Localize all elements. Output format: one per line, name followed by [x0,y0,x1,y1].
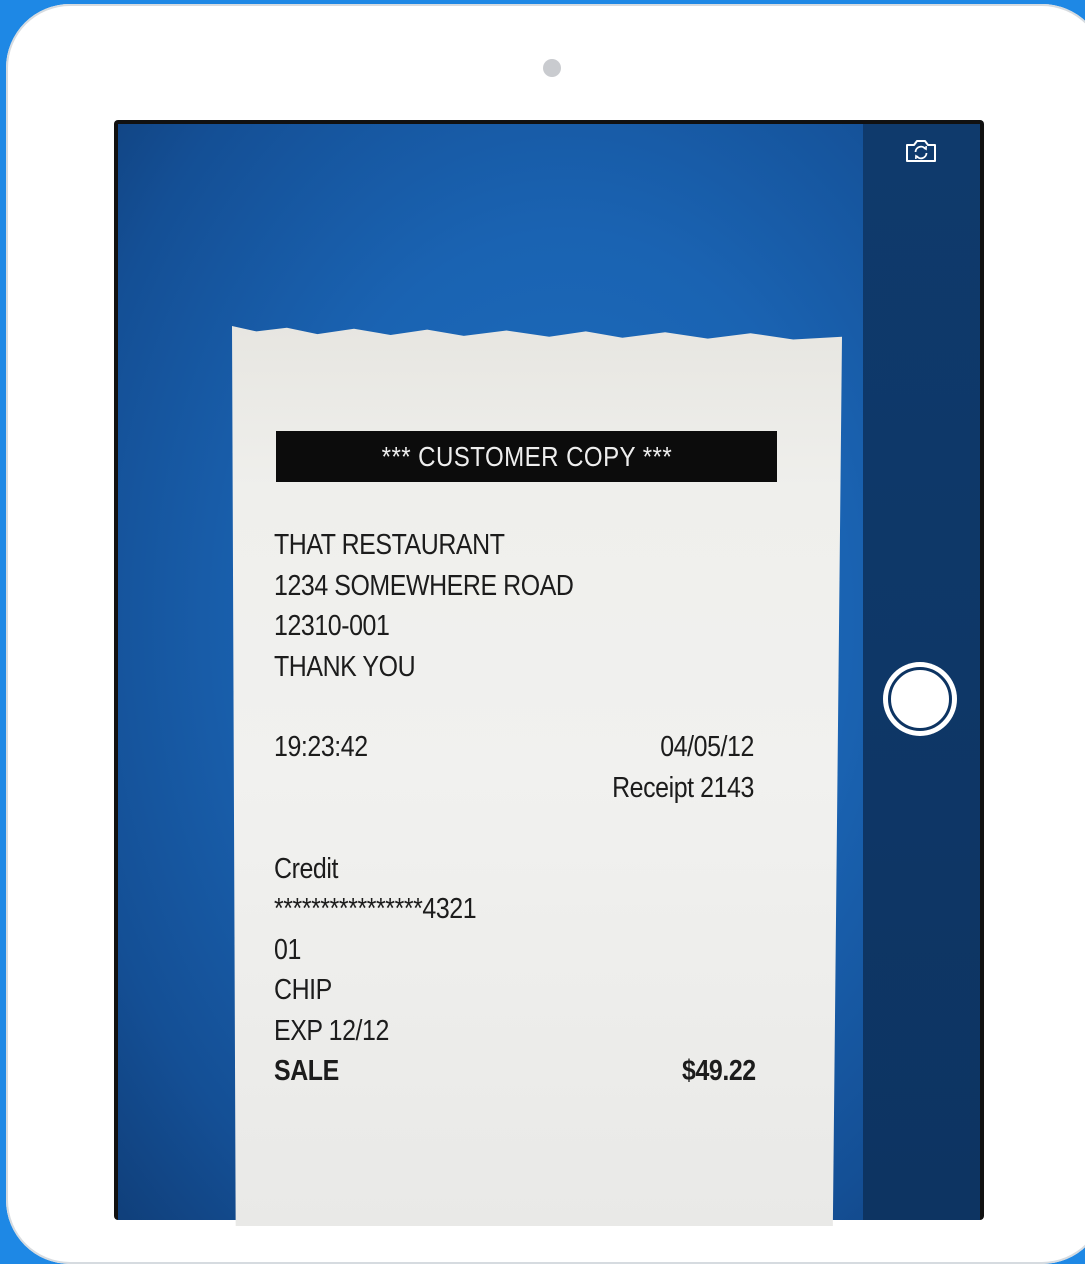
camera-control-panel [863,124,980,1220]
customer-copy-banner: *** CUSTOMER COPY *** [276,431,777,482]
entry-code: 01 [274,934,301,966]
shutter-button[interactable] [883,662,957,736]
payment-type: Credit [274,853,338,885]
merchant-name: THAT RESTAURANT [274,529,505,561]
front-camera-dot [543,59,561,77]
shutter-circle-icon [888,667,952,731]
receipt-number: Receipt 2143 [612,772,754,804]
transaction-time: 19:23:42 [274,731,368,763]
card-expiry: EXP 12/12 [274,1015,389,1047]
camera-flip-icon[interactable] [901,136,941,166]
merchant-address: 1234 SOMEWHERE ROAD [274,570,574,602]
entry-method: CHIP [274,974,332,1006]
sale-amount: $49.22 [682,1055,756,1087]
merchant-id: 12310-001 [274,610,390,642]
customer-copy-label: *** CUSTOMER COPY *** [381,440,672,472]
card-number: ****************4321 [274,893,477,925]
greeting-text: THANK YOU [274,651,416,683]
sale-label: SALE [274,1055,339,1087]
receipt-document: *** CUSTOMER COPY *** THAT RESTAURANT 12… [232,326,842,1226]
transaction-date: 04/05/12 [660,731,754,763]
